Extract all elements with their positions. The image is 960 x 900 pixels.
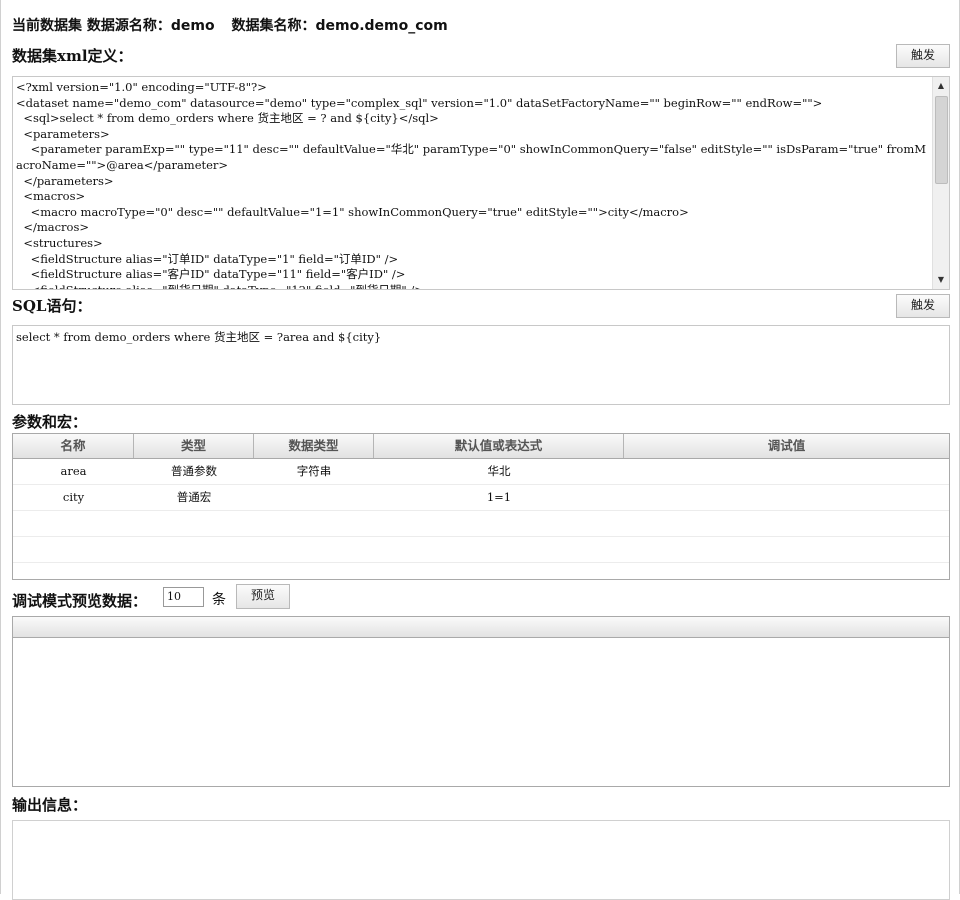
table-row[interactable]: city 普通宏 1=1: [13, 485, 949, 511]
xml-scrollbar[interactable]: ▲ ▼: [932, 77, 949, 289]
table-row-empty: [13, 537, 949, 563]
scroll-thumb[interactable]: [935, 96, 948, 184]
header-dataset-value: demo.demo_com: [315, 18, 448, 34]
table-row-empty: [13, 511, 949, 537]
sql-section-title: SQL语句：: [12, 297, 92, 315]
cell-debug[interactable]: [624, 485, 949, 510]
params-grid: 名称 类型 数据类型 默认值或表达式 调试值 area 普通参数 字符串 华北 …: [12, 433, 950, 580]
sql-content: select * from demo_orders where 货主地区 = ?…: [16, 330, 382, 344]
output-box[interactable]: [12, 820, 950, 900]
cell-type: 普通参数: [171, 464, 217, 478]
header-datasource-label: 数据源名称：: [86, 18, 171, 34]
scroll-down-icon[interactable]: ▼: [933, 272, 949, 288]
xml-content: <?xml version="1.0" encoding="UTF-8"?> <…: [16, 80, 927, 290]
col-header-default[interactable]: 默认值或表达式: [374, 434, 624, 458]
preview-unit-label: 条: [212, 592, 226, 608]
xml-trigger-button[interactable]: 触发: [896, 44, 950, 68]
preview-section-title: 调试模式预览数据：: [12, 592, 148, 610]
params-grid-header: 名称 类型 数据类型 默认值或表达式 调试值: [13, 434, 949, 459]
params-section-title: 参数和宏：: [12, 413, 88, 431]
xml-editor[interactable]: <?xml version="1.0" encoding="UTF-8"?> <…: [12, 76, 950, 290]
cell-datatype: [254, 485, 374, 510]
cell-default[interactable]: 华北: [374, 459, 624, 484]
col-header-name[interactable]: 名称: [13, 434, 134, 458]
cell-name: city: [62, 490, 85, 504]
output-section-title: 输出信息：: [12, 796, 88, 814]
cell-type: 普通宏: [176, 490, 212, 504]
cell-name: area: [60, 464, 87, 478]
cell-debug[interactable]: [624, 459, 949, 484]
sql-trigger-button[interactable]: 触发: [896, 294, 950, 318]
scroll-up-icon[interactable]: ▲: [933, 78, 949, 94]
preview-button[interactable]: 预览: [236, 584, 290, 609]
col-header-datatype[interactable]: 数据类型: [254, 434, 374, 458]
table-row[interactable]: area 普通参数 字符串 华北: [13, 459, 949, 485]
table-row-empty: [13, 563, 949, 579]
header-datasource-value: demo: [170, 18, 215, 34]
xml-section-title: 数据集xml定义：: [12, 47, 133, 65]
preview-grid: [12, 616, 950, 787]
preview-count-input[interactable]: 10: [163, 587, 204, 607]
preview-grid-header: [13, 617, 949, 638]
dataset-info-header: 当前数据集 数据源名称：demo 数据集名称：demo.demo_com: [12, 15, 448, 35]
cell-datatype: 字符串: [296, 464, 332, 478]
col-header-type[interactable]: 类型: [134, 434, 254, 458]
col-header-debug[interactable]: 调试值: [624, 434, 949, 458]
cell-default[interactable]: 1=1: [374, 485, 624, 510]
sql-editor[interactable]: select * from demo_orders where 货主地区 = ?…: [12, 325, 950, 405]
header-current-dataset: 当前数据集: [12, 18, 82, 34]
header-dataset-label: 数据集名称：: [231, 18, 316, 34]
